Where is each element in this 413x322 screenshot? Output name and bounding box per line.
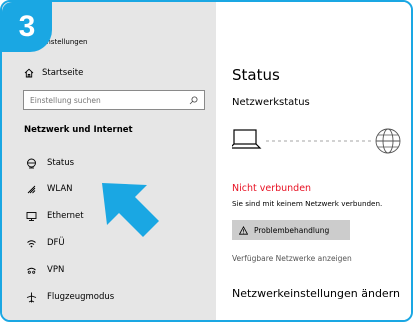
warning-icon xyxy=(239,225,248,235)
sidebar-item-label: Status xyxy=(47,158,75,168)
change-network-settings-heading: Netzwerkeinstellungen ändern xyxy=(232,287,400,300)
show-available-networks-link[interactable]: Verfügbare Netzwerke anzeigen xyxy=(232,254,352,263)
sidebar-item-label: Flugzeugmodus xyxy=(47,292,115,302)
sidebar-item-label: WLAN xyxy=(47,184,73,194)
globe-icon xyxy=(375,128,401,154)
wifi-icon xyxy=(24,182,38,196)
vpn-icon xyxy=(24,263,38,277)
laptop-icon xyxy=(232,129,262,149)
screenshot-frame: Einstellungen Startseite Einstellung suc… xyxy=(0,0,413,322)
connection-status-text: Nicht verbunden xyxy=(232,183,312,194)
home-icon xyxy=(24,68,34,78)
pointer-arrow-icon xyxy=(102,183,159,237)
sidebar-item-vpn[interactable]: VPN xyxy=(24,263,64,277)
connection-status-detail: Sie sind mit keinem Netzwerk verbunden. xyxy=(232,199,383,208)
network-status-heading: Netzwerkstatus xyxy=(232,97,310,108)
sidebar-item-wlan[interactable]: WLAN xyxy=(24,182,73,196)
main-content: Status Netzwerkstatus Nicht verbunden Si… xyxy=(216,2,411,320)
home-label: Startseite xyxy=(42,68,84,78)
troubleshoot-button[interactable]: Problembehandlung xyxy=(232,220,350,240)
sidebar-section-header: Netzwerk und Internet xyxy=(24,125,133,135)
status-icon xyxy=(24,156,38,170)
airplane-icon xyxy=(24,290,38,304)
troubleshoot-label: Problembehandlung xyxy=(254,225,330,235)
sidebar-item-label: VPN xyxy=(47,265,65,275)
search-input[interactable]: Einstellung suchen xyxy=(23,90,205,110)
ethernet-icon xyxy=(24,209,38,223)
page-title: Status xyxy=(232,66,280,84)
sidebar-item-label: DFÜ xyxy=(47,238,65,248)
sidebar-item-label: Ethernet xyxy=(47,211,84,221)
search-icon xyxy=(189,96,198,104)
network-diagram xyxy=(232,128,401,154)
sidebar-item-airplane-mode[interactable]: Flugzeugmodus xyxy=(24,290,114,304)
dialup-icon xyxy=(24,236,38,250)
sidebar-item-home[interactable]: Startseite xyxy=(24,68,83,78)
sidebar-item-dfue[interactable]: DFÜ xyxy=(24,236,65,250)
sidebar-item-status[interactable]: Status xyxy=(24,156,74,170)
sidebar-item-ethernet[interactable]: Ethernet xyxy=(24,209,84,223)
step-badge: 3 xyxy=(2,2,52,52)
search-placeholder: Einstellung suchen xyxy=(30,95,101,105)
